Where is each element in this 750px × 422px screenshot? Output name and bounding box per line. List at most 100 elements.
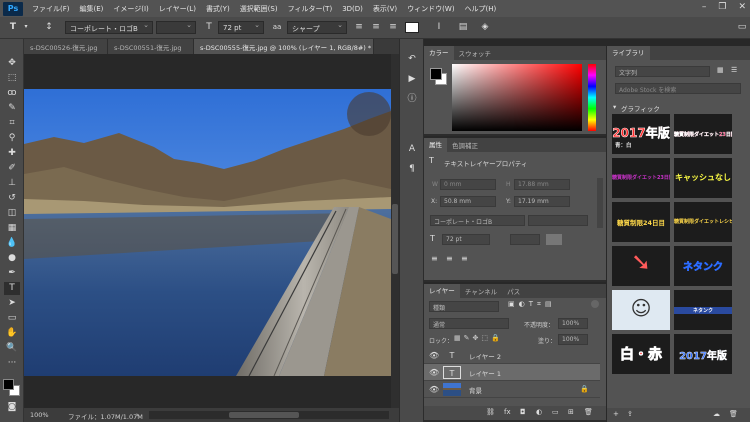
info-panel-icon[interactable]: ⓘ	[406, 93, 418, 105]
opacity-field[interactable]: 100%	[558, 318, 588, 329]
library-tile[interactable]: 2017年版 青：白	[612, 114, 670, 154]
brush-tool-icon[interactable]: ✐	[4, 162, 20, 175]
library-tile[interactable]: 糖質制限24日目	[612, 202, 670, 242]
type-tool-icon[interactable]: T	[4, 282, 20, 295]
library-tile[interactable]: 糖質制限ダイエットレシピ	[674, 202, 732, 242]
library-tile[interactable]: ➘	[612, 246, 670, 286]
workspace-icon[interactable]: ▭	[736, 20, 748, 34]
cloud-sync-icon[interactable]: ☁	[713, 410, 720, 418]
props-scrollbar[interactable]	[597, 178, 603, 228]
font-style-select[interactable]	[156, 21, 196, 34]
new-group-icon[interactable]: ▭	[552, 408, 559, 416]
menu-view[interactable]: 表示(V)	[368, 4, 402, 14]
menu-type[interactable]: 書式(Y)	[201, 4, 235, 14]
lock-icons[interactable]: ▦✎✥⬚🔒	[454, 334, 503, 342]
library-tile[interactable]: ネタンク	[674, 246, 732, 286]
zoom-level[interactable]: 100%	[30, 411, 49, 419]
menu-edit[interactable]: 編集(E)	[75, 4, 109, 14]
gradient-tool-icon[interactable]: ▦	[4, 222, 20, 235]
props-align-right-icon[interactable]: ≡	[461, 254, 468, 263]
text-orientation-icon[interactable]: ↕	[42, 20, 56, 34]
library-tile[interactable]: 白・赤	[612, 334, 670, 374]
library-delete-icon[interactable]: 🗑	[729, 410, 738, 418]
props-leading-field[interactable]	[510, 234, 540, 245]
foreground-color-swatch-front[interactable]	[3, 379, 14, 390]
antialias-select[interactable]: シャープ	[287, 21, 347, 34]
width-field[interactable]: 0 mm	[440, 179, 496, 190]
props-font-select[interactable]: コーポレート・ロゴB	[430, 215, 525, 226]
tab-dsc00551[interactable]: s-DSC00551-復元.jpg	[108, 39, 194, 54]
add-content-icon[interactable]: +	[613, 410, 619, 418]
eraser-tool-icon[interactable]: ◫	[4, 207, 20, 220]
library-tile[interactable]: ネタンク	[674, 290, 732, 330]
props-font-style-select[interactable]	[528, 215, 588, 226]
height-field[interactable]: 17.88 mm	[514, 179, 570, 190]
menu-filter[interactable]: フィルター(T)	[283, 4, 338, 14]
document-photo[interactable]	[24, 89, 391, 376]
blend-mode-select[interactable]: 通常	[429, 318, 509, 329]
layer-filter-select[interactable]: 種類	[429, 301, 499, 312]
tab-paths[interactable]: パス	[502, 286, 525, 296]
hue-slider[interactable]	[588, 64, 596, 131]
tab-layers[interactable]: レイヤー	[424, 284, 460, 298]
layer-filter-icons[interactable]: ▣◐T⌗▤	[508, 300, 556, 309]
y-position-field[interactable]: 17.19 mm	[514, 196, 570, 207]
stock-search-input[interactable]: Adobe Stock を検索	[615, 83, 741, 94]
grid-view-icon[interactable]: ▦	[717, 66, 724, 74]
filter-toggle-icon[interactable]	[591, 300, 599, 308]
maximize-icon[interactable]: ❐	[718, 2, 726, 12]
status-menu-chevron-icon[interactable]: ›	[136, 411, 139, 419]
visibility-eye-icon[interactable]: 👁	[429, 368, 439, 377]
visibility-eye-icon[interactable]: 👁	[429, 351, 439, 360]
props-color-swatch[interactable]	[546, 234, 562, 245]
tab-channels[interactable]: チャンネル	[460, 286, 502, 296]
menu-help[interactable]: ヘルプ(H)	[460, 4, 502, 14]
rectangle-tool-icon[interactable]: ▭	[4, 312, 20, 325]
quick-select-tool-icon[interactable]: ✎	[4, 102, 20, 115]
adjustment-layer-icon[interactable]: ◐	[536, 408, 542, 416]
tab-adjustments[interactable]: 色調補正	[447, 140, 483, 150]
color-field[interactable]	[452, 64, 582, 131]
align-center-icon[interactable]: ≡	[369, 20, 383, 34]
canvas-vertical-scrollbar[interactable]	[391, 54, 399, 408]
scrollbar-thumb[interactable]	[392, 204, 398, 274]
layer-row-selected[interactable]: 👁 T レイヤー 1	[424, 364, 600, 381]
layer-row[interactable]: 👁 T レイヤー 2	[424, 347, 600, 364]
layer-name[interactable]: 背景	[469, 385, 482, 395]
minimize-icon[interactable]: –	[702, 2, 707, 12]
upload-icon[interactable]: ⇪	[627, 410, 633, 418]
props-font-size-field[interactable]: 72 pt	[442, 234, 490, 245]
marquee-tool-icon[interactable]: ⬚	[4, 72, 20, 85]
menu-window[interactable]: ウィンドウ(W)	[402, 4, 459, 14]
align-left-icon[interactable]: ≡	[352, 20, 366, 34]
font-family-select[interactable]: コーポレート・ロゴB	[65, 21, 153, 34]
tab-dsc00555[interactable]: s-DSC00555-復元.jpg @ 100% (レイヤー 1, RGB/8#…	[194, 39, 374, 54]
zoom-tool-icon[interactable]: 🔍	[4, 342, 20, 355]
library-tile[interactable]: 糖質制限ダイエット23日間	[612, 158, 670, 198]
x-position-field[interactable]: 50.8 mm	[440, 196, 496, 207]
library-tile[interactable]: ☺	[612, 290, 670, 330]
history-brush-tool-icon[interactable]: ↺	[4, 192, 20, 205]
font-size-select[interactable]: 72 pt	[218, 21, 264, 34]
warp-text-icon[interactable]: Ⅰ	[432, 20, 446, 34]
tab-dsc00526[interactable]: s-DSC00526-復元.jpg	[24, 39, 108, 54]
paragraph-panel-icon[interactable]: ¶	[406, 163, 418, 175]
layer-name[interactable]: レイヤー 2	[469, 351, 501, 361]
props-align-left-icon[interactable]: ≡	[431, 254, 438, 263]
move-tool-icon[interactable]: ✥	[4, 57, 20, 70]
visibility-eye-icon[interactable]: 👁	[429, 385, 439, 394]
character-panel-icon[interactable]: ▤	[456, 20, 470, 34]
quick-mask-icon[interactable]: ◙	[4, 401, 20, 414]
tab-libraries[interactable]: ライブラリ	[607, 46, 650, 60]
lasso-tool-icon[interactable]: ꝏ	[4, 87, 20, 100]
more-tools-icon[interactable]: ···	[4, 357, 20, 370]
menu-3d[interactable]: 3D(D)	[337, 5, 368, 13]
list-view-icon[interactable]: ☰	[731, 66, 737, 74]
dodge-tool-icon[interactable]: ●	[4, 252, 20, 265]
panel-foreground-swatch-front[interactable]	[430, 68, 442, 80]
menu-image[interactable]: イメージ(I)	[108, 4, 153, 14]
graphics-section-chevron-icon[interactable]: ▾	[613, 103, 616, 111]
tool-preset-chevron-icon[interactable]: ▾	[22, 20, 30, 34]
horizontal-scrollbar[interactable]	[149, 411, 389, 419]
pen-tool-icon[interactable]: ✒	[4, 267, 20, 280]
